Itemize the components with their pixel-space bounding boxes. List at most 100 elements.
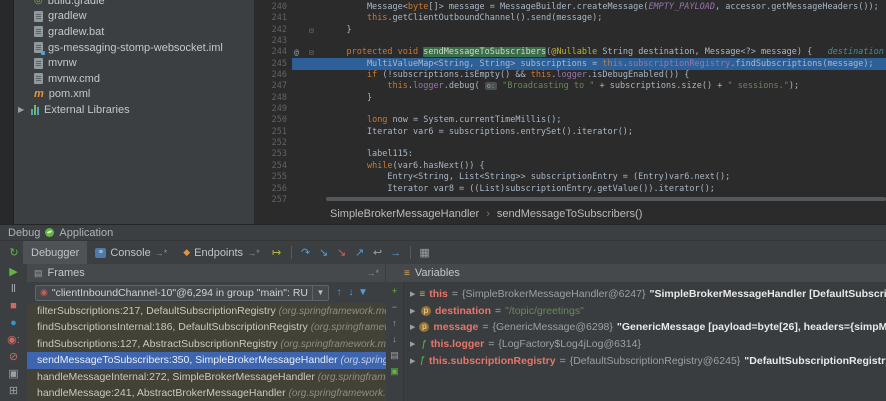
next-frame-icon[interactable]: ↓	[345, 287, 357, 298]
code-line-252[interactable]: 252	[254, 138, 886, 149]
code-line-256[interactable]: 256 Iterator var8 = ((List)subscriptionE…	[254, 184, 886, 195]
code-line-248[interactable]: 248 }	[254, 93, 886, 104]
line-number[interactable]: 254	[254, 161, 287, 172]
tab-console[interactable]: ≡Console→*	[87, 241, 175, 264]
code-line-251[interactable]: 251 Iterator var6 = subscriptions.entryS…	[254, 127, 886, 138]
fold-icon[interactable]: ⊟	[309, 47, 314, 58]
pause-program-icon[interactable]: Ⅱ	[11, 283, 16, 295]
previous-frame-icon[interactable]: ↑	[333, 287, 345, 298]
view-breakpoints-icon[interactable]: ◉:	[7, 334, 20, 346]
tree-item-build-gradle[interactable]: ◎build.gradle	[14, 0, 254, 9]
tree-item-gradlew[interactable]: gradlew	[14, 9, 254, 25]
line-number[interactable]: 246	[254, 70, 287, 81]
tab-debugger[interactable]: Debugger	[23, 241, 87, 264]
settings-layers-icon[interactable]: ⊞	[9, 385, 18, 397]
tab-endpoints[interactable]: ◆Endpoints→*	[175, 241, 267, 264]
code-line-245[interactable]: 245 MultiValueMap<String, String> subscr…	[254, 59, 886, 70]
line-number[interactable]: 247	[254, 81, 287, 92]
drop-frame-icon[interactable]: ↩	[369, 246, 387, 259]
line-number[interactable]: 250	[254, 115, 287, 126]
line-number[interactable]: 245	[254, 59, 287, 70]
code-line-255[interactable]: 255 Entry<String, List<String>> subscrip…	[254, 172, 886, 183]
variable-row[interactable]: ▶pmessage={GenericMessage@6298} "Generic…	[404, 319, 886, 336]
stop-process-icon[interactable]: ■	[10, 300, 17, 312]
line-number[interactable]: 255	[254, 172, 287, 183]
move-watch-down-icon[interactable]: ↓	[392, 335, 397, 344]
frame-row[interactable]: sendMessageToSubscribers:350, SimpleBrok…	[27, 352, 386, 368]
tree-item-external-libraries[interactable]: ▶External Libraries	[14, 102, 254, 118]
run-to-cursor-icon[interactable]: →	[387, 247, 405, 259]
code-line-241[interactable]: 241 this.getClientOutboundChannel().send…	[254, 13, 886, 24]
line-number[interactable]: 248	[254, 93, 287, 104]
new-watch-icon[interactable]: +	[392, 287, 397, 296]
breadcrumb-method[interactable]: sendMessageToSubscribers()	[497, 208, 643, 220]
variable-row[interactable]: ▶pdestination="/topic/greetings"	[404, 303, 886, 320]
thread-selector-dropdown[interactable]: ◉ "clientInboundChannel-10"@6,294 in gro…	[35, 285, 329, 301]
line-number[interactable]: 251	[254, 127, 287, 138]
gradle-file-icon: ◎	[34, 0, 43, 6]
frame-row[interactable]: filterSubscriptions:217, DefaultSubscrip…	[27, 303, 386, 319]
tree-item-pom-xml[interactable]: mpom.xml	[14, 87, 254, 103]
evaluate-expression-icon[interactable]: ▦	[416, 246, 434, 259]
code-line-250[interactable]: 250 long now = System.currentTimeMillis(…	[254, 115, 886, 126]
code-line-240[interactable]: 240 Message<byte[]> message = MessageBui…	[254, 2, 886, 13]
filter-frames-icon[interactable]: ▼	[357, 287, 369, 298]
resume-program-icon[interactable]: ▶	[9, 266, 17, 278]
expand-arrow-icon[interactable]: ▶	[18, 105, 26, 114]
code-editor[interactable]: 240 Message<byte[]> message = MessageBui…	[254, 0, 886, 203]
code-line-246[interactable]: 246 if (!subscriptions.isEmpty() && this…	[254, 70, 886, 81]
breadcrumb-class[interactable]: SimpleBrokerMessageHandler	[330, 208, 479, 220]
frame-row[interactable]: findSubscriptionsInternal:186, DefaultSu…	[27, 319, 386, 335]
evaluate-in-frame-icon[interactable]: ▣	[390, 367, 399, 376]
code-line-247[interactable]: 247 this.logger.debug( o: "Broadcasting …	[254, 81, 886, 92]
variable-row[interactable]: ▶ƒthis.subscriptionRegistry={DefaultSubs…	[404, 352, 886, 369]
editor-horizontal-scrollbar[interactable]	[326, 197, 886, 201]
code-line-253[interactable]: 253 label115:	[254, 149, 886, 160]
tree-item-gradlew-bat[interactable]: gradlew.bat	[14, 24, 254, 40]
variable-row[interactable]: ▶ƒthis.logger={LogFactory$Log4jLog@6314}	[404, 336, 886, 353]
line-number[interactable]: 256	[254, 184, 287, 195]
line-number[interactable]: 253	[254, 149, 287, 160]
code-line-244[interactable]: 244@⊟ protected void sendMessageToSubscr…	[254, 47, 886, 58]
copy-value-icon[interactable]: ▤	[390, 351, 399, 360]
tree-item-mvnw[interactable]: mvnw	[14, 55, 254, 71]
line-number[interactable]: 240	[254, 2, 287, 13]
expand-arrow-icon[interactable]: ▶	[410, 340, 417, 348]
line-number[interactable]: 252	[254, 138, 287, 149]
frame-row[interactable]: handleMessageInternal:272, SimpleBrokerM…	[27, 369, 386, 385]
code-line-249[interactable]: 249	[254, 104, 886, 115]
code-line-243[interactable]: 243	[254, 36, 886, 47]
frames-header-pin-icon[interactable]: →*	[366, 268, 379, 278]
tree-item-gs-messaging-stomp-websocket-iml[interactable]: gs-messaging-stomp-websocket.iml	[14, 40, 254, 56]
step-into-icon[interactable]: ↘	[315, 246, 333, 259]
mute-breakpoints-icon[interactable]: ⊘	[9, 351, 18, 363]
resume-all-icon[interactable]: ●	[10, 317, 17, 329]
code-line-254[interactable]: 254 while(var6.hasNext()) {	[254, 161, 886, 172]
thread-dump-icon[interactable]: ▣	[8, 368, 18, 380]
remove-watch-icon[interactable]: −	[392, 303, 397, 312]
frame-row[interactable]: findSubscriptions:127, AbstractSubscript…	[27, 336, 386, 352]
line-number[interactable]: 244	[254, 47, 287, 58]
tree-item-mvnw-cmd[interactable]: mvnw.cmd	[14, 71, 254, 87]
move-watch-up-icon[interactable]: ↑	[392, 319, 397, 328]
debug-session-tab[interactable]: Application	[59, 227, 113, 239]
line-number[interactable]: 243	[254, 36, 287, 47]
force-step-into-icon[interactable]: ↘	[333, 246, 351, 259]
show-execution-point-icon[interactable]: ↦	[268, 246, 286, 259]
step-over-icon[interactable]: ↷	[297, 246, 315, 259]
chevron-down-icon[interactable]: ▼	[312, 286, 328, 300]
expand-arrow-icon[interactable]: ▶	[410, 307, 417, 315]
expand-arrow-icon[interactable]: ▶	[410, 323, 415, 331]
line-number[interactable]: 249	[254, 104, 287, 115]
code-line-242[interactable]: 242⊟ }	[254, 25, 886, 36]
frame-row[interactable]: handleMessage:241, AbstractBrokerMessage…	[27, 385, 386, 401]
rerun-application-icon[interactable]: ↻	[5, 246, 23, 259]
variable-row[interactable]: ▶≡this={SimpleBrokerMessageHandler@6247}…	[404, 286, 886, 303]
step-out-icon[interactable]: ↗	[351, 246, 369, 259]
expand-arrow-icon[interactable]: ▶	[410, 290, 415, 298]
expand-arrow-icon[interactable]: ▶	[410, 357, 415, 365]
line-number[interactable]: 242	[254, 25, 287, 36]
fold-icon[interactable]: ⊟	[309, 25, 314, 36]
line-number[interactable]: 257	[254, 195, 287, 203]
line-number[interactable]: 241	[254, 13, 287, 24]
